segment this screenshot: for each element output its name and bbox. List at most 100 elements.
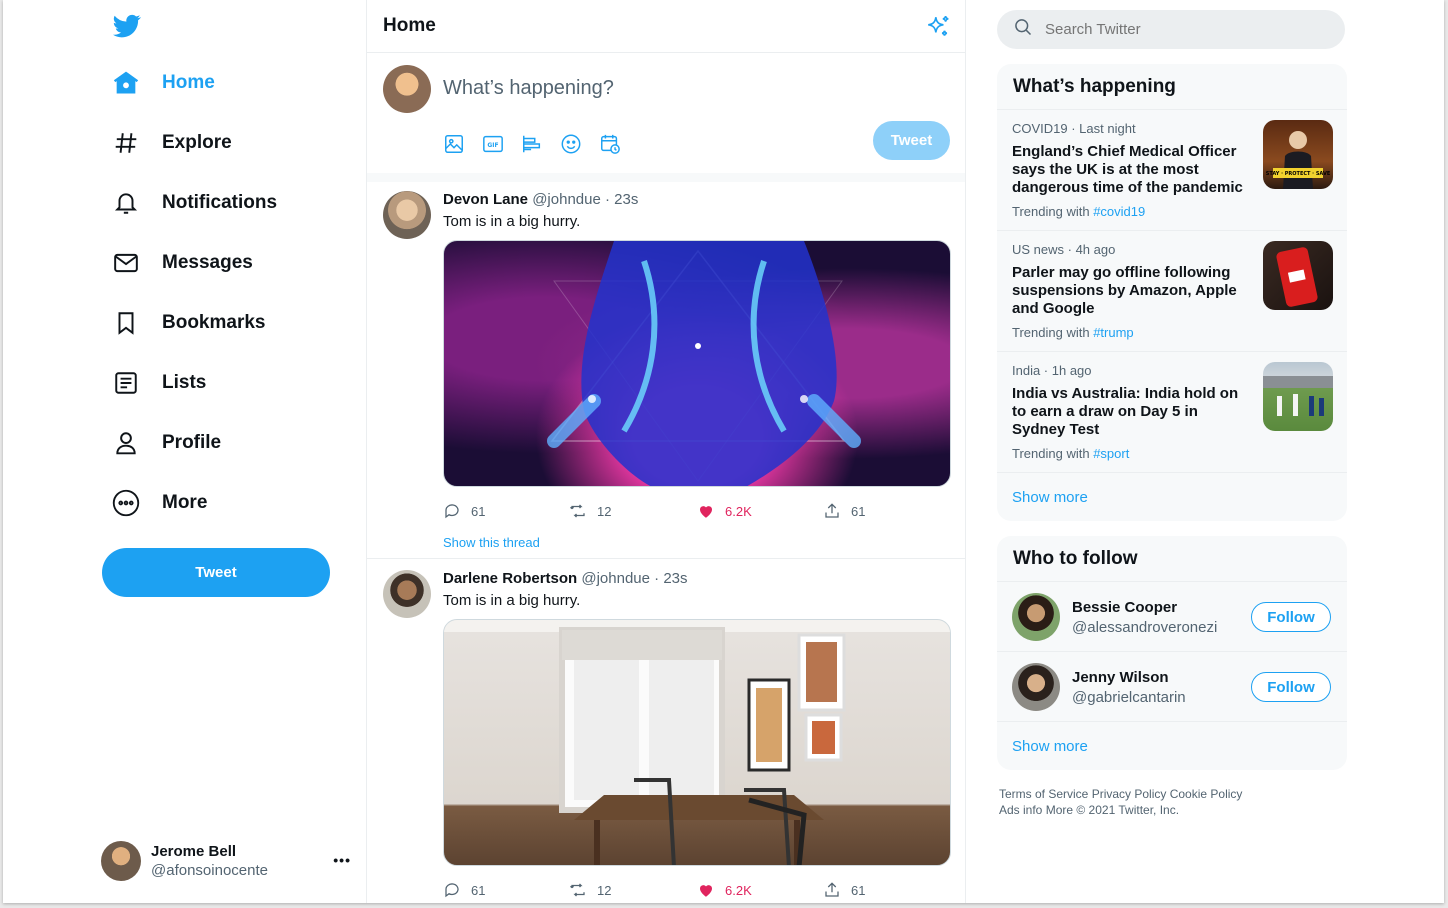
heart-icon [700,885,712,897]
page-title: Home [383,15,436,36]
schedule-icon[interactable] [599,133,623,157]
trend-headline: England’s Chief Medical Officer says the… [1012,143,1243,196]
reply-button[interactable]: 61 [443,881,485,899]
author-name[interactable]: Darlene Robertson [443,570,577,587]
retweet-button[interactable]: 12 [569,881,611,899]
tweet-actions: 61 12 6.2K 61 [443,502,883,522]
retweet-icon [570,504,585,518]
nav-item-bookmarks[interactable]: Bookmarks [111,301,266,345]
avatar[interactable] [1012,593,1060,641]
trend-context: India · 1h ago [1012,363,1092,378]
compose-input[interactable]: What’s happening? [443,77,614,100]
suggestion-name[interactable]: Bessie Cooper [1072,599,1177,616]
show-more-link[interactable]: Show more [997,473,1347,521]
follow-button[interactable]: Follow [1251,602,1331,632]
share-icon [825,882,839,897]
footer-line[interactable]: Ads info More © 2021 Twitter, Inc. [999,802,1299,818]
show-more-link[interactable]: Show more [997,722,1347,770]
avatar [383,65,431,113]
tweet-text: Tom is in a big hurry. [443,592,581,609]
like-button[interactable]: 6.2K [697,502,752,520]
compose-tweet-button[interactable]: Tweet [873,121,950,160]
nav-label: Lists [162,372,207,393]
nav-item-more[interactable]: More [111,481,207,525]
bookmark-icon [111,308,141,338]
account-name: Jerome Bell [151,843,237,860]
emoji-icon[interactable] [560,133,584,157]
author-handle: @johndue [581,570,650,587]
avatar[interactable] [383,191,431,239]
like-button[interactable]: 6.2K [697,881,752,899]
nav-item-lists[interactable]: Lists [111,361,206,405]
retweet-count: 12 [597,503,612,519]
tweet[interactable]: Devon Lane @johndue · 23s Tom is in a bi… [367,181,966,559]
avatar[interactable] [383,570,431,618]
trend-thumbnail [1263,241,1333,310]
heart-icon [700,506,712,518]
author-name[interactable]: Devon Lane [443,191,528,208]
reply-icon [445,883,459,898]
search-bar[interactable] [997,10,1345,49]
more-dots-icon[interactable]: ••• [333,852,351,868]
account-handle: @afonsoinocente [151,862,268,879]
hashtag-link[interactable]: #trump [1093,325,1133,340]
image-icon[interactable] [443,133,467,157]
gif-icon[interactable]: GIF [482,133,506,157]
timestamp[interactable]: 23s [614,191,638,208]
share-button[interactable]: 61 [823,502,865,520]
retweet-button[interactable]: 12 [569,502,611,520]
share-count: 61 [851,882,866,898]
follow-suggestion[interactable]: Bessie Cooper @alessandroveronezi Follow [997,582,1347,652]
follow-suggestion[interactable]: Jenny Wilson @gabrielcantarin Follow [997,652,1347,722]
trend-headline: India vs Australia: India hold on to ear… [1012,385,1239,438]
left-sidebar: Home Explore Notifications Messages Book… [3,0,367,903]
hashtag-link[interactable]: #sport [1093,446,1129,461]
sidebar-tweet-button[interactable]: Tweet [102,548,330,597]
nav-item-home[interactable]: Home [111,61,215,105]
nav-label: More [162,492,208,513]
hash-icon [111,128,141,158]
trend-tags: Trending with #covid19 [1012,204,1146,219]
tweet-image[interactable] [443,619,951,866]
reply-button[interactable]: 61 [443,502,485,520]
poll-icon[interactable] [521,133,545,157]
trend-item[interactable]: India · 1h ago India vs Australia: India… [997,352,1347,473]
suggestion-handle: @alessandroveronezi [1072,619,1218,636]
tweet[interactable]: Darlene Robertson @johndue · 23s Tom is … [367,560,966,903]
footer-links: Terms of Service Privacy Policy Cookie P… [999,786,1299,818]
person-icon [111,428,141,458]
reply-count: 61 [471,882,486,898]
follow-button[interactable]: Follow [1251,672,1331,702]
timestamp[interactable]: 23s [663,570,687,587]
avatar[interactable] [1012,663,1060,711]
app-window: Home Explore Notifications Messages Book… [3,0,1444,903]
twitter-logo-icon[interactable] [111,12,143,40]
nav-item-notifications[interactable]: Notifications [111,181,277,225]
nav-item-messages[interactable]: Messages [111,241,253,285]
right-sidebar: What’s happening COVID19 · Last night En… [966,0,1444,903]
mail-icon [111,248,141,278]
tweet-composer: What’s happening? GIF Tweet [367,53,965,182]
tweet-actions: 61 12 6.2K 61 [443,881,883,901]
trend-item[interactable]: US news · 4h ago Parler may go offline f… [997,231,1347,352]
hashtag-link[interactable]: #covid19 [1093,204,1145,219]
share-count: 61 [851,503,866,519]
nav-label: Explore [162,132,232,153]
trend-item[interactable]: COVID19 · Last night England’s Chief Med… [997,110,1347,231]
svg-text:GIF: GIF [487,142,498,149]
nav-item-profile[interactable]: Profile [111,421,221,465]
trend-thumbnail [1263,362,1333,431]
tweet-image[interactable] [443,240,951,487]
footer-line[interactable]: Terms of Service Privacy Policy Cookie P… [999,786,1299,802]
list-icon [111,368,141,398]
trend-tags: Trending with #sport [1012,446,1130,461]
suggestion-name[interactable]: Jenny Wilson [1072,669,1169,686]
nav-item-explore[interactable]: Explore [111,121,232,165]
tweet-text: Tom is in a big hurry. [443,213,581,230]
nav-label: Messages [162,252,253,273]
search-input[interactable] [1045,21,1325,38]
share-button[interactable]: 61 [823,881,865,899]
show-thread-link[interactable]: Show this thread [443,535,540,550]
account-switcher[interactable]: Jerome Bell @afonsoinocente ••• [101,840,357,882]
sparkle-icon[interactable] [925,14,951,40]
